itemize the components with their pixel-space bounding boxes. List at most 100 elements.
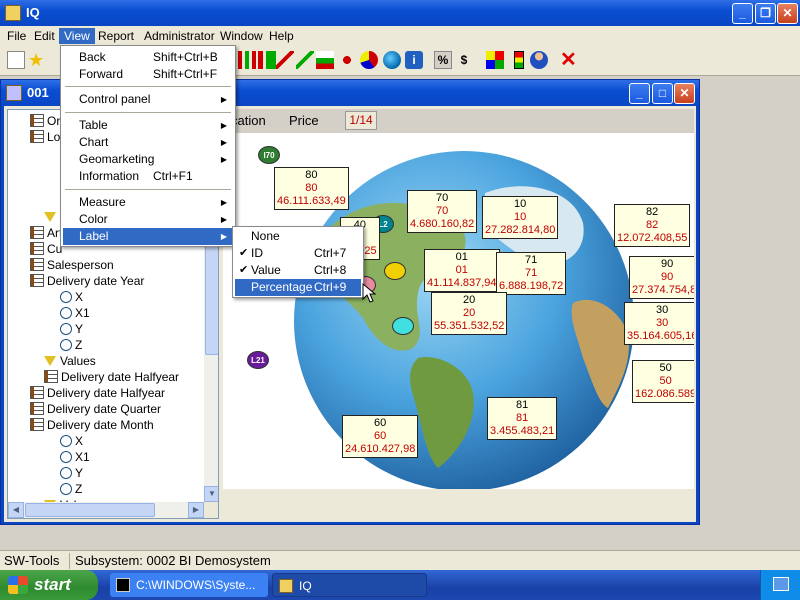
- child-maximize-button[interactable]: □: [652, 83, 673, 104]
- scroll-thumb[interactable]: [205, 245, 218, 355]
- dimension-table-icon: [30, 418, 44, 431]
- task-cmd[interactable]: C:\WINDOWS\Syste...: [110, 573, 268, 597]
- tree-item[interactable]: Delivery date Quarter: [30, 401, 161, 417]
- location-marker[interactable]: L21: [247, 351, 269, 369]
- axis-radio[interactable]: [60, 323, 72, 335]
- axis-radio[interactable]: [60, 291, 72, 303]
- pie-chart-icon[interactable]: [360, 51, 378, 69]
- dimension-table-icon: [30, 386, 44, 399]
- menu-item-label: ID: [251, 246, 263, 260]
- task-iq[interactable]: IQ: [272, 573, 427, 597]
- scroll-down-icon[interactable]: ▼: [204, 486, 218, 502]
- location-header[interactable]: cation: [231, 113, 266, 128]
- axis-radio[interactable]: [60, 339, 72, 351]
- axis-radio[interactable]: [60, 467, 72, 479]
- dollar-icon[interactable]: $: [455, 51, 473, 69]
- network-tray-icon[interactable]: [773, 577, 789, 591]
- label-value: 71: [524, 267, 538, 279]
- view-menu-item-control-panel[interactable]: Control panel ▶: [63, 91, 233, 108]
- axis-radio[interactable]: [60, 307, 72, 319]
- tree-item[interactable]: Or: [30, 113, 60, 129]
- tree-item[interactable]: X: [44, 433, 83, 449]
- tree-item[interactable]: Delivery date Halfyear: [30, 385, 165, 401]
- line-chart-icon[interactable]: [276, 51, 294, 69]
- menu-view[interactable]: View: [59, 28, 95, 44]
- scroll-right-icon[interactable]: ▶: [188, 502, 204, 518]
- label-menu-item-none[interactable]: None: [235, 228, 361, 245]
- child-minimize-button[interactable]: _: [629, 83, 650, 104]
- scatter-chart-icon[interactable]: [338, 51, 356, 69]
- label-menu-item-id[interactable]: ✔ ID Ctrl+7: [235, 245, 361, 262]
- menu-item-label: Forward: [79, 67, 124, 81]
- view-menu-item-information[interactable]: Information Ctrl+F1: [63, 168, 233, 185]
- label-menu-item-value[interactable]: ✔ Value Ctrl+8: [235, 262, 361, 279]
- value-label-box: 10 10 27.282.814,80: [482, 196, 559, 239]
- view-menu-item-geomarketing[interactable]: Geomarketing ▶: [63, 151, 233, 168]
- axis-radio[interactable]: [60, 483, 72, 495]
- submenu-arrow-icon: ▶: [220, 232, 227, 241]
- favorite-star-icon[interactable]: ★: [28, 51, 46, 69]
- view-menu-item-color[interactable]: Color ▶: [63, 211, 233, 228]
- location-marker[interactable]: [392, 317, 414, 335]
- location-marker[interactable]: I70: [258, 146, 280, 164]
- label-value: 80: [305, 182, 318, 194]
- axis-radio[interactable]: [60, 435, 72, 447]
- label-value: 70: [435, 205, 449, 217]
- tree-item[interactable]: Delivery date Year: [30, 273, 144, 289]
- tree-item[interactable]: X1: [44, 449, 90, 465]
- view-menu-item-table[interactable]: Table ▶: [63, 117, 233, 134]
- child-close-button[interactable]: ✕: [674, 83, 695, 104]
- percent-icon[interactable]: %: [434, 51, 452, 69]
- tree-item-label: Salesperson: [47, 258, 114, 272]
- view-menu-item-label[interactable]: Label ▶: [63, 228, 233, 245]
- close-button[interactable]: ✕: [777, 3, 798, 24]
- tree-item[interactable]: X1: [44, 305, 90, 321]
- line-chart-2-icon[interactable]: [296, 51, 314, 69]
- page-indicator[interactable]: 1/14: [345, 111, 377, 130]
- tree-item[interactable]: X: [44, 289, 83, 305]
- delete-icon[interactable]: ✕: [560, 50, 578, 70]
- geomarketing-map[interactable]: I70L51L2L2L21L60 808046.111.633,49400412…: [223, 133, 694, 489]
- tree-item[interactable]: Values: [44, 353, 96, 369]
- menu-report[interactable]: Report: [93, 28, 139, 44]
- label-menu-item-percentage[interactable]: Percentage Ctrl+9: [235, 279, 361, 296]
- stacked-bar-icon[interactable]: [258, 51, 276, 69]
- tree-item[interactable]: [44, 209, 60, 225]
- tree-item[interactable]: Z: [44, 481, 82, 497]
- menu-help[interactable]: Help: [264, 28, 299, 44]
- tree-item[interactable]: Cu: [30, 241, 62, 257]
- menu-administrator[interactable]: Administrator: [139, 28, 220, 44]
- globe-icon[interactable]: [383, 51, 401, 69]
- color-palette-icon[interactable]: [486, 51, 504, 69]
- view-menu-item-back[interactable]: Back Shift+Ctrl+B: [63, 49, 233, 66]
- tree-item[interactable]: Delivery date Month: [30, 417, 154, 433]
- menu-edit[interactable]: Edit: [29, 28, 60, 44]
- tree-item[interactable]: Y: [44, 465, 83, 481]
- tree-item[interactable]: Y: [44, 321, 83, 337]
- users-icon[interactable]: [530, 51, 548, 69]
- tree-item[interactable]: Lo: [30, 129, 60, 145]
- price-header[interactable]: Price: [289, 113, 319, 128]
- tree-item[interactable]: Z: [44, 337, 82, 353]
- start-button[interactable]: start: [0, 570, 98, 600]
- scroll-left-icon[interactable]: ◀: [8, 502, 24, 518]
- traffic-light-icon[interactable]: [514, 51, 524, 69]
- menu-window[interactable]: Window: [215, 28, 268, 44]
- bar-chart-icon[interactable]: [238, 51, 256, 69]
- view-menu-item-chart[interactable]: Chart ▶: [63, 134, 233, 151]
- info-icon[interactable]: i: [405, 51, 423, 69]
- tree-item[interactable]: Salesperson: [30, 257, 114, 273]
- hscroll-thumb[interactable]: [25, 503, 155, 517]
- axis-radio[interactable]: [60, 451, 72, 463]
- restore-button[interactable]: ❐: [755, 3, 776, 24]
- view-menu-item-measure[interactable]: Measure ▶: [63, 194, 233, 211]
- menu-file[interactable]: File: [2, 28, 31, 44]
- tree-item[interactable]: Art: [30, 225, 62, 241]
- new-document-icon[interactable]: [7, 51, 25, 69]
- tree-item[interactable]: Delivery date Halfyear: [44, 369, 179, 385]
- tree-horizontal-scrollbar[interactable]: ◀ ▶: [8, 502, 204, 518]
- view-menu-item-forward[interactable]: Forward Shift+Ctrl+F: [63, 66, 233, 83]
- minimize-button[interactable]: _: [732, 3, 753, 24]
- location-marker[interactable]: [384, 262, 406, 280]
- area-chart-icon[interactable]: [316, 51, 334, 69]
